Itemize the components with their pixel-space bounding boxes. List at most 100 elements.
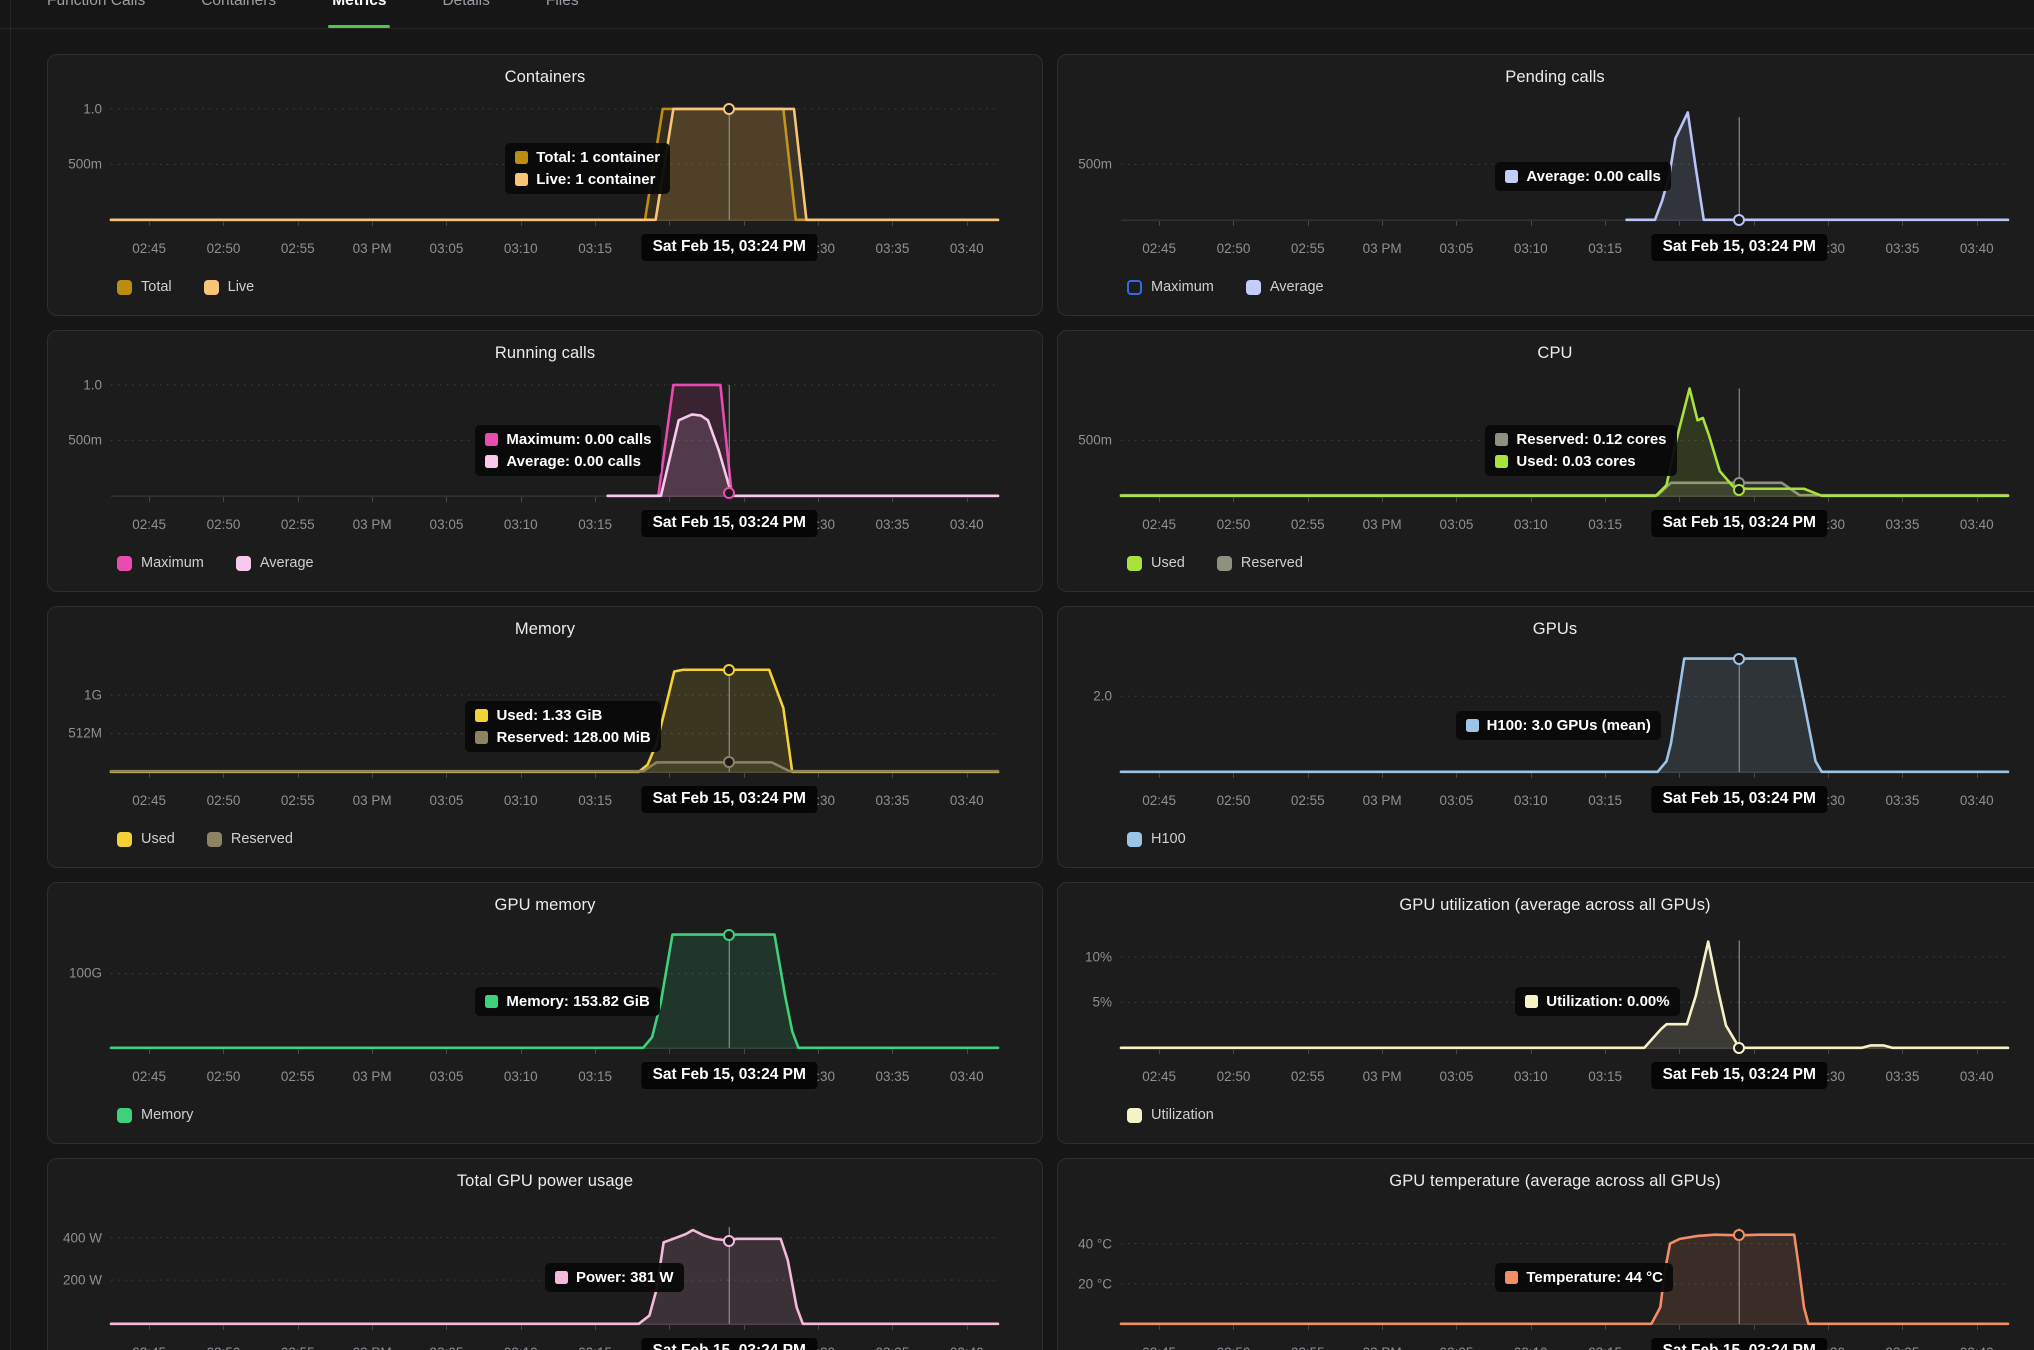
axis-tick bbox=[1531, 773, 1532, 778]
legend-chip bbox=[1246, 280, 1261, 295]
legend-item-used[interactable]: Used bbox=[117, 831, 175, 847]
legend-label: Reserved bbox=[1241, 555, 1303, 571]
axis-tick bbox=[892, 773, 893, 778]
x-axis-label: 02:55 bbox=[1291, 793, 1325, 808]
axis-tick bbox=[967, 497, 968, 502]
axis-tick bbox=[1754, 1325, 1755, 1330]
tooltip-row: H100: 3.0 GPUs (mean) bbox=[1466, 717, 1651, 734]
tab-files[interactable]: Files bbox=[544, 0, 581, 28]
axis-tick bbox=[1308, 1325, 1309, 1330]
y-axis-label: 1G bbox=[84, 688, 102, 703]
tooltip-series-chip bbox=[1505, 1271, 1518, 1284]
tooltip-text: Memory: 153.82 GiB bbox=[506, 993, 649, 1010]
x-axis-label: 03 PM bbox=[1363, 1345, 1402, 1350]
legend-item-live[interactable]: Live bbox=[204, 279, 255, 295]
x-axis-label: 03 PM bbox=[1363, 517, 1402, 532]
x-axis: 02:4502:5002:5503 PM03:0503:1003:1503:20… bbox=[111, 516, 998, 535]
x-axis-label: 02:45 bbox=[132, 1345, 166, 1350]
tab-metrics[interactable]: Metrics bbox=[330, 0, 388, 28]
legend-item-h100[interactable]: H100 bbox=[1127, 831, 1186, 847]
x-axis: 02:4502:5002:5503 PM03:0503:1003:1503:20… bbox=[1121, 516, 2008, 535]
x-axis-label: 03:05 bbox=[430, 517, 464, 532]
axis-tick bbox=[892, 221, 893, 226]
legend-item-average[interactable]: Average bbox=[1246, 279, 1324, 295]
tooltip-series-chip bbox=[485, 433, 498, 446]
legend-item-reserved[interactable]: Reserved bbox=[207, 831, 293, 847]
legend-item-memory[interactable]: Memory bbox=[117, 1107, 193, 1123]
axis-tick bbox=[595, 1049, 596, 1054]
legend-label: Used bbox=[141, 831, 175, 847]
axis-tick bbox=[892, 497, 893, 502]
axis-tick bbox=[1754, 773, 1755, 778]
axis-tick bbox=[149, 1325, 150, 1330]
chart-panel-1: Pending calls 500m 02:4502:5002:5503 PM0… bbox=[1057, 54, 2034, 316]
axis-tick bbox=[223, 497, 224, 502]
legend-item-utilization[interactable]: Utilization bbox=[1127, 1107, 1214, 1123]
x-axis-label: 03:40 bbox=[950, 241, 984, 256]
tooltip-row: Utilization: 0.00% bbox=[1525, 993, 1669, 1010]
axis-tick bbox=[1531, 1049, 1532, 1054]
tooltip-series-chip bbox=[485, 455, 498, 468]
x-axis: 02:4502:5002:5503 PM03:0503:1003:1503:20… bbox=[1121, 1344, 2008, 1350]
tab-details[interactable]: Details bbox=[440, 0, 491, 28]
x-axis: 02:4502:5002:5503 PM03:0503:1003:1503:20… bbox=[111, 240, 998, 259]
tooltip-series-chip bbox=[555, 1271, 568, 1284]
legend-item-total[interactable]: Total bbox=[117, 279, 172, 295]
y-axis-label: 200 W bbox=[63, 1273, 102, 1288]
x-axis-label: 03:05 bbox=[430, 793, 464, 808]
axis-tick bbox=[1605, 221, 1606, 226]
axis-tick bbox=[1605, 773, 1606, 778]
axis-tick bbox=[967, 1049, 968, 1054]
tab-containers[interactable]: Containers bbox=[199, 0, 278, 28]
tooltip-row: Reserved: 0.12 cores bbox=[1495, 431, 1666, 448]
axis-tick bbox=[223, 1049, 224, 1054]
chart-title: Containers bbox=[48, 68, 1042, 87]
x-axis-label: 03 PM bbox=[353, 517, 392, 532]
chart-panel-2: Running calls 1.0500m 02:4502:5002:5503 … bbox=[47, 330, 1043, 592]
value-tooltip: Utilization: 0.00% bbox=[1515, 987, 1679, 1016]
tooltip-row: Average: 0.00 calls bbox=[485, 453, 651, 470]
tab-bar: Function Calls Containers Metrics Detail… bbox=[0, 0, 2034, 29]
x-axis-label: 03 PM bbox=[353, 241, 392, 256]
axis-tick bbox=[149, 221, 150, 226]
axis-tick bbox=[1828, 221, 1829, 226]
tab-function-calls[interactable]: Function Calls bbox=[45, 0, 147, 28]
axis-tick bbox=[1382, 1049, 1383, 1054]
axis-tick bbox=[1456, 773, 1457, 778]
crosshair-marker bbox=[1733, 1042, 1745, 1054]
legend-item-maximum[interactable]: Maximum bbox=[117, 555, 204, 571]
x-axis-label: 03:15 bbox=[578, 1345, 612, 1350]
axis-tick bbox=[1456, 1049, 1457, 1054]
axis-tick bbox=[892, 1325, 893, 1330]
x-axis-label: 02:50 bbox=[207, 241, 241, 256]
axis-tick bbox=[744, 773, 745, 778]
axis-tick bbox=[298, 1049, 299, 1054]
tooltip-series-chip bbox=[1525, 995, 1538, 1008]
axis-tick bbox=[521, 773, 522, 778]
x-axis-label: 03 PM bbox=[1363, 1069, 1402, 1084]
time-tooltip: Sat Feb 15, 03:24 PM bbox=[1652, 786, 1827, 813]
tooltip-row: Memory: 153.82 GiB bbox=[485, 993, 649, 1010]
legend-chip bbox=[207, 832, 222, 847]
legend-label: Utilization bbox=[1151, 1107, 1214, 1123]
axis-tick bbox=[1679, 221, 1680, 226]
x-axis-label: 02:45 bbox=[1142, 241, 1176, 256]
y-axis-label: 1.0 bbox=[83, 101, 102, 116]
legend-label: Maximum bbox=[141, 555, 204, 571]
legend-item-reserved[interactable]: Reserved bbox=[1217, 555, 1303, 571]
x-axis-label: 02:55 bbox=[1291, 1069, 1325, 1084]
x-axis-label: 03:10 bbox=[504, 1069, 538, 1084]
x-axis-label: 02:45 bbox=[1142, 1069, 1176, 1084]
legend-item-used[interactable]: Used bbox=[1127, 555, 1185, 571]
tooltip-text: Temperature: 44 °C bbox=[1526, 1269, 1663, 1286]
legend-item-maximum[interactable]: Maximum bbox=[1127, 279, 1214, 295]
axis-tick bbox=[149, 497, 150, 502]
tooltip-row: Live: 1 container bbox=[515, 171, 660, 188]
x-axis-label: 02:45 bbox=[1142, 517, 1176, 532]
axis-tick bbox=[1828, 1325, 1829, 1330]
legend-item-average[interactable]: Average bbox=[236, 555, 314, 571]
axis-tick bbox=[1233, 1049, 1234, 1054]
x-axis: 02:4502:5002:5503 PM03:0503:1003:1503:20… bbox=[111, 1344, 998, 1350]
axis-tick bbox=[1308, 1049, 1309, 1054]
axis-tick bbox=[223, 1325, 224, 1330]
